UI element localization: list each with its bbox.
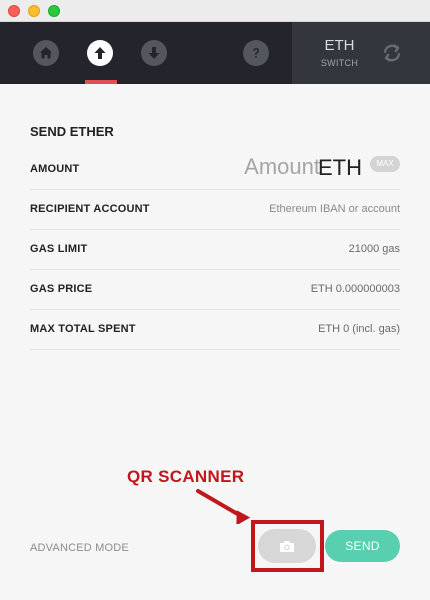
amount-input[interactable] — [170, 153, 320, 181]
currency-switch-label: SWITCH — [320, 58, 359, 68]
nav-help-button[interactable] — [243, 40, 269, 66]
top-nav: ETH SWITCH — [0, 22, 430, 84]
amount-row: AMOUNT ETH MAX — [30, 150, 400, 190]
question-icon — [253, 48, 259, 58]
home-icon — [40, 47, 52, 59]
nav-receive-button[interactable] — [141, 40, 167, 66]
switch-icon — [383, 44, 401, 62]
page-title: SEND ETHER — [30, 124, 114, 139]
max-button[interactable]: MAX — [370, 156, 400, 172]
annotation-arrow-icon — [196, 489, 251, 524]
gas-limit-label: GAS LIMIT — [30, 243, 88, 255]
nav-send-button[interactable] — [87, 40, 113, 66]
title-bar — [0, 0, 430, 22]
max-total-label: MAX TOTAL SPENT — [30, 323, 136, 335]
close-window-button[interactable] — [8, 5, 20, 17]
minimize-window-button[interactable] — [28, 5, 40, 17]
arrow-up-icon — [94, 47, 106, 59]
qr-scanner-button[interactable] — [258, 529, 316, 563]
maximize-window-button[interactable] — [48, 5, 60, 17]
send-button[interactable]: SEND — [325, 530, 400, 562]
arrow-down-icon — [148, 47, 160, 59]
recipient-input[interactable] — [200, 200, 400, 218]
gas-limit-value: 21000 gas — [348, 243, 400, 255]
gas-price-label: GAS PRICE — [30, 283, 93, 295]
recipient-row: RECIPIENT ACCOUNT — [30, 190, 400, 230]
gas-price-value: ETH 0.000000003 — [310, 283, 400, 295]
gas-limit-row: GAS LIMIT 21000 gas — [30, 230, 400, 270]
recipient-label: RECIPIENT ACCOUNT — [30, 203, 150, 215]
app-window: ETH SWITCH SEND ETHER AMOUNT ETH MAX REC… — [0, 0, 430, 600]
max-total-value: ETH 0 (incl. gas) — [318, 323, 400, 335]
currency-switch-button[interactable]: ETH SWITCH — [292, 22, 430, 84]
send-form: SEND ETHER AMOUNT ETH MAX RECIPIENT ACCO… — [0, 84, 430, 600]
max-total-row: MAX TOTAL SPENT ETH 0 (incl. gas) — [30, 310, 400, 350]
amount-label: AMOUNT — [30, 163, 80, 175]
currency-code: ETH — [324, 37, 355, 54]
gas-price-row: GAS PRICE ETH 0.000000003 — [30, 270, 400, 310]
qr-scanner-annotation: QR SCANNER — [127, 467, 245, 486]
camera-icon — [280, 541, 294, 552]
nav-home-button[interactable] — [33, 40, 59, 66]
amount-unit: ETH — [318, 155, 362, 180]
advanced-mode-toggle[interactable]: ADVANCED MODE — [30, 542, 129, 554]
